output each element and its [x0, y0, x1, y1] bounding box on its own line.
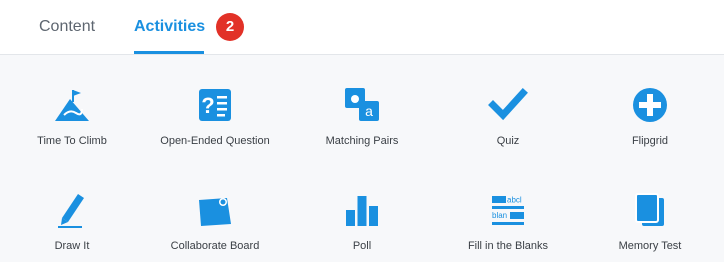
active-tab-indicator: [134, 51, 204, 54]
memory-cards-icon: [630, 190, 670, 230]
flipgrid-plus-icon: [630, 85, 670, 125]
activity-label: Collaborate Board: [170, 240, 260, 252]
activity-time-to-climb[interactable]: Time To Climb: [2, 85, 142, 165]
activity-collaborate-board[interactable]: Collaborate Board: [145, 190, 285, 270]
activity-matching-pairs[interactable]: a Matching Pairs: [292, 85, 432, 165]
fill-blanks-icon: abcl blan: [488, 190, 528, 230]
question-document-icon: ?: [195, 85, 235, 125]
activity-label: Fill in the Blanks: [467, 240, 549, 252]
board-pin-icon: [195, 190, 235, 230]
tab-activities[interactable]: Activities: [134, 17, 205, 37]
climb-mountain-icon: [52, 85, 92, 125]
activity-draw-it[interactable]: Draw It: [2, 190, 142, 270]
activity-fill-in-the-blanks[interactable]: abcl blan Fill in the Blanks: [438, 190, 578, 270]
activity-label: Quiz: [496, 135, 520, 147]
activity-quiz[interactable]: Quiz: [438, 85, 578, 165]
bar-chart-icon: [342, 190, 382, 230]
svg-text:?: ?: [201, 93, 214, 118]
activity-memory-test[interactable]: Memory Test: [580, 190, 720, 270]
pencil-icon: [52, 190, 92, 230]
tab-bar: Content Activities 2: [0, 0, 724, 55]
tab-content[interactable]: Content: [39, 17, 95, 37]
activity-poll[interactable]: Poll: [292, 190, 432, 270]
activity-label: Time To Climb: [37, 135, 107, 147]
activity-open-ended-question[interactable]: ? Open-Ended Question: [145, 85, 285, 165]
svg-text:a: a: [365, 103, 373, 119]
activities-count-badge: 2: [216, 13, 244, 41]
matching-pairs-icon: a: [342, 85, 382, 125]
activity-label: Memory Test: [618, 240, 682, 252]
activities-grid: Time To Climb ? Open-Ended Question a Ma…: [0, 55, 724, 262]
activity-label: Matching Pairs: [325, 135, 399, 147]
activity-flipgrid[interactable]: Flipgrid: [580, 85, 720, 165]
fill-blanks-icon-text-1: abcl: [507, 196, 522, 205]
activity-label: Open-Ended Question: [160, 135, 270, 147]
fill-blanks-icon-text-2: blan: [492, 211, 507, 220]
activity-label: Poll: [352, 240, 372, 252]
activity-label: Flipgrid: [631, 135, 669, 147]
checkmark-icon: [488, 85, 528, 125]
activity-label: Draw It: [54, 240, 90, 252]
